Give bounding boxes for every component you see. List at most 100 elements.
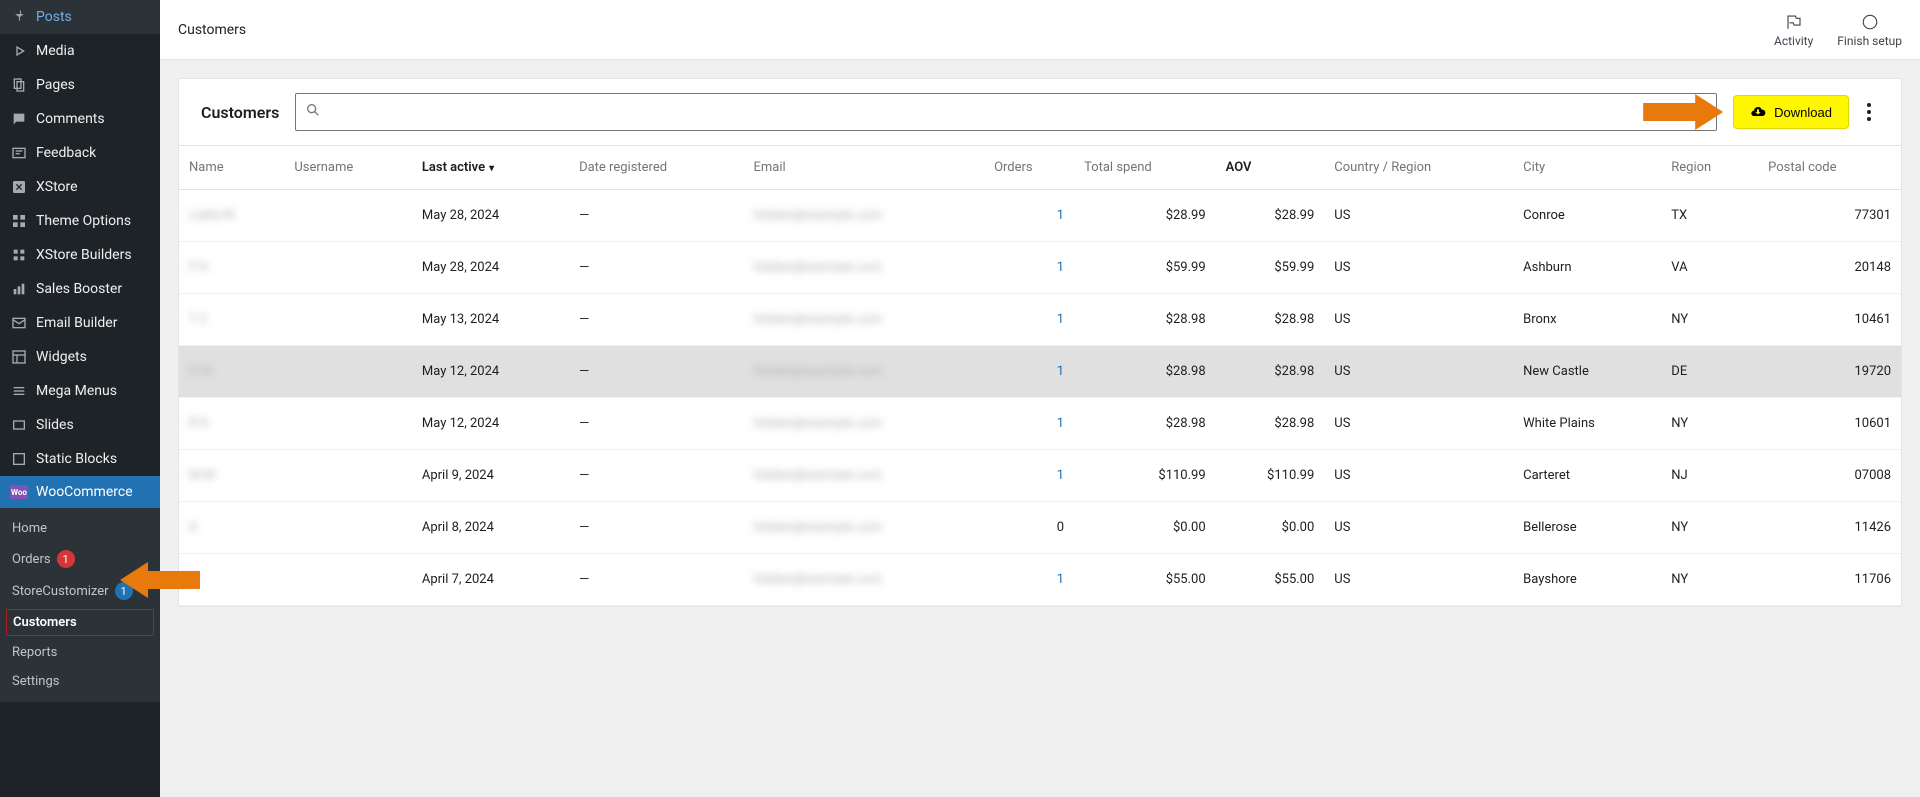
- flag-icon: [1784, 12, 1804, 32]
- finish-setup-label: Finish setup: [1837, 34, 1902, 48]
- annotation-arrow-right: [1643, 94, 1723, 130]
- activity-button[interactable]: Activity: [1774, 12, 1813, 48]
- cell-orders[interactable]: 1: [984, 190, 1074, 242]
- table-row[interactable]: P MMay 12, 2024—hidden@example.com1$28.9…: [179, 346, 1901, 398]
- cell-orders[interactable]: 1: [984, 554, 1074, 606]
- cell-last-active: May 13, 2024: [412, 294, 569, 346]
- cell-date-registered: —: [569, 346, 743, 398]
- media-icon: [10, 42, 28, 60]
- cell-name: T Z: [179, 294, 284, 346]
- cell-date-registered: —: [569, 242, 743, 294]
- slides-icon: [10, 416, 28, 434]
- cell-orders[interactable]: 1: [984, 294, 1074, 346]
- sidebar-item-pages[interactable]: Pages: [0, 68, 160, 102]
- feedback-icon: [10, 144, 28, 162]
- table-row[interactable]: AApril 8, 2024—hidden@example.com0$0.00$…: [179, 502, 1901, 554]
- cell-email: hidden@example.com: [743, 190, 984, 242]
- submenu-item-settings[interactable]: Settings: [0, 667, 160, 696]
- cell-name: R D: [179, 398, 284, 450]
- table-row[interactable]: Lailla MMay 28, 2024—hidden@example.com1…: [179, 190, 1901, 242]
- cell-username: [284, 346, 412, 398]
- col-total-spend[interactable]: Total spend: [1074, 146, 1216, 190]
- col-orders[interactable]: Orders: [984, 146, 1074, 190]
- cell-aov: $110.99: [1216, 450, 1325, 502]
- cell-orders[interactable]: 1: [984, 346, 1074, 398]
- cell-region: NY: [1661, 398, 1758, 450]
- cell-last-active: April 8, 2024: [412, 502, 569, 554]
- col-country[interactable]: Country / Region: [1324, 146, 1513, 190]
- col-last-active[interactable]: Last active▾: [412, 146, 569, 190]
- download-button[interactable]: Download: [1733, 95, 1849, 129]
- cell-last-active: May 28, 2024: [412, 242, 569, 294]
- cell-orders[interactable]: 1: [984, 398, 1074, 450]
- circle-icon: [1860, 12, 1880, 32]
- mail-icon: [10, 314, 28, 332]
- table-row[interactable]: M MApril 9, 2024—hidden@example.com1$110…: [179, 450, 1901, 502]
- sidebar-label: Media: [36, 43, 75, 59]
- cell-postal: 20148: [1758, 242, 1901, 294]
- cell-date-registered: —: [569, 294, 743, 346]
- cell-region: NY: [1661, 294, 1758, 346]
- sidebar-item-xstore[interactable]: XStore: [0, 170, 160, 204]
- sidebar-item-comments[interactable]: Comments: [0, 102, 160, 136]
- sidebar-item-slides[interactable]: Slides: [0, 408, 160, 442]
- cell-username: [284, 398, 412, 450]
- table-row[interactable]: DApril 7, 2024—hidden@example.com1$55.00…: [179, 554, 1901, 606]
- sidebar-item-email-builder[interactable]: Email Builder: [0, 306, 160, 340]
- sidebar-label: XStore: [36, 179, 78, 195]
- col-city[interactable]: City: [1513, 146, 1661, 190]
- submenu-item-home[interactable]: Home: [0, 514, 160, 543]
- search-input[interactable]: [295, 93, 1717, 131]
- cell-city: Carteret: [1513, 450, 1661, 502]
- chevron-down-icon: ▾: [489, 163, 494, 174]
- col-date-registered[interactable]: Date registered: [569, 146, 743, 190]
- more-options-button[interactable]: [1859, 98, 1879, 126]
- sidebar-label: Static Blocks: [36, 451, 117, 467]
- search-icon: [305, 102, 321, 122]
- cell-orders[interactable]: 1: [984, 242, 1074, 294]
- cell-last-active: April 7, 2024: [412, 554, 569, 606]
- cell-email: hidden@example.com: [743, 554, 984, 606]
- submenu-label: Home: [12, 521, 47, 536]
- col-postal[interactable]: Postal code: [1758, 146, 1901, 190]
- cell-region: TX: [1661, 190, 1758, 242]
- cell-aov: $28.98: [1216, 294, 1325, 346]
- sidebar-label: Widgets: [36, 349, 87, 365]
- sidebar-item-static-blocks[interactable]: Static Blocks: [0, 442, 160, 476]
- col-username[interactable]: Username: [284, 146, 412, 190]
- cell-region: NY: [1661, 502, 1758, 554]
- sidebar-item-media[interactable]: Media: [0, 34, 160, 68]
- cell-username: [284, 294, 412, 346]
- cell-orders[interactable]: 1: [984, 450, 1074, 502]
- cell-total-spend: $28.98: [1074, 346, 1216, 398]
- cell-last-active: May 12, 2024: [412, 346, 569, 398]
- col-region[interactable]: Region: [1661, 146, 1758, 190]
- block-icon: [10, 450, 28, 468]
- cell-username: [284, 502, 412, 554]
- pin-icon: [10, 8, 28, 26]
- table-row[interactable]: T ZMay 13, 2024—hidden@example.com1$28.9…: [179, 294, 1901, 346]
- sidebar-item-posts[interactable]: Posts: [0, 0, 160, 34]
- table-row[interactable]: P KMay 28, 2024—hidden@example.com1$59.9…: [179, 242, 1901, 294]
- widgets-icon: [10, 348, 28, 366]
- sidebar-item-feedback[interactable]: Feedback: [0, 136, 160, 170]
- sidebar-item-woocommerce[interactable]: WooWooCommerce: [0, 476, 160, 508]
- submenu-label: StoreCustomizer: [12, 584, 109, 599]
- finish-setup-button[interactable]: Finish setup: [1837, 12, 1902, 48]
- submenu-item-customers[interactable]: Customers: [6, 609, 154, 636]
- chart-icon: [10, 280, 28, 298]
- sidebar-item-theme-options[interactable]: Theme Options: [0, 204, 160, 238]
- sidebar-item-widgets[interactable]: Widgets: [0, 340, 160, 374]
- col-name[interactable]: Name: [179, 146, 284, 190]
- submenu-item-reports[interactable]: Reports: [0, 638, 160, 667]
- sidebar-item-mega-menus[interactable]: Mega Menus: [0, 374, 160, 408]
- menu-icon: [10, 382, 28, 400]
- cell-email: hidden@example.com: [743, 502, 984, 554]
- col-aov[interactable]: AOV: [1216, 146, 1325, 190]
- sidebar-item-sales-booster[interactable]: Sales Booster: [0, 272, 160, 306]
- cell-aov: $28.99: [1216, 190, 1325, 242]
- cell-postal: 10461: [1758, 294, 1901, 346]
- sidebar-item-xstore-builders[interactable]: XStore Builders: [0, 238, 160, 272]
- table-row[interactable]: R DMay 12, 2024—hidden@example.com1$28.9…: [179, 398, 1901, 450]
- col-email[interactable]: Email: [743, 146, 984, 190]
